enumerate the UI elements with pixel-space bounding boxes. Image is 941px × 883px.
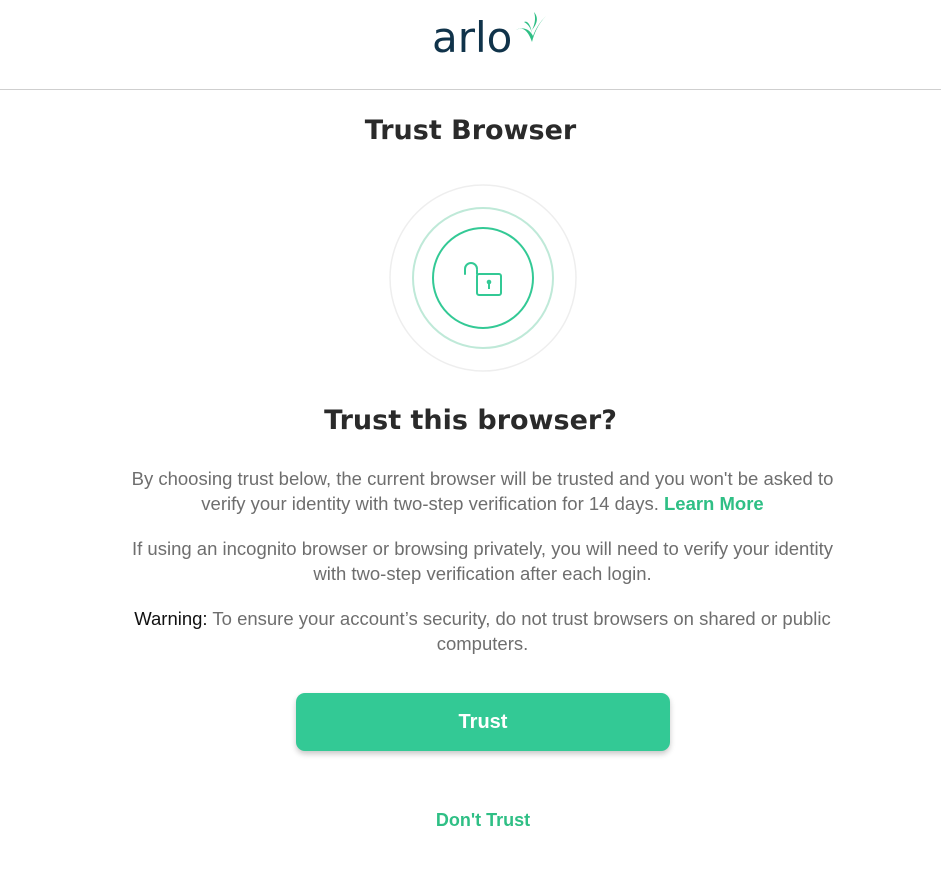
trust-question-heading: Trust this browser?: [324, 405, 617, 436]
dont-trust-button[interactable]: Don't Trust: [383, 805, 583, 835]
page-title: Trust Browser: [364, 115, 577, 146]
unlocked-padlock-icon: [389, 184, 577, 372]
warning-note: Warning: To ensure your account’s securi…: [130, 606, 835, 656]
warning-text: To ensure your account’s security, do no…: [212, 608, 831, 654]
incognito-note: If using an incognito browser or browsin…: [132, 538, 833, 584]
learn-more-link[interactable]: Learn More: [664, 493, 764, 514]
trust-description: By choosing trust below, the current bro…: [130, 466, 835, 516]
warning-label: Warning:: [134, 608, 208, 629]
bird-icon: [516, 12, 546, 42]
arlo-logo[interactable]: arlo: [432, 8, 552, 68]
logo-text: arlo: [432, 13, 513, 62]
trust-button[interactable]: Trust: [296, 693, 670, 751]
header: arlo: [0, 0, 941, 90]
